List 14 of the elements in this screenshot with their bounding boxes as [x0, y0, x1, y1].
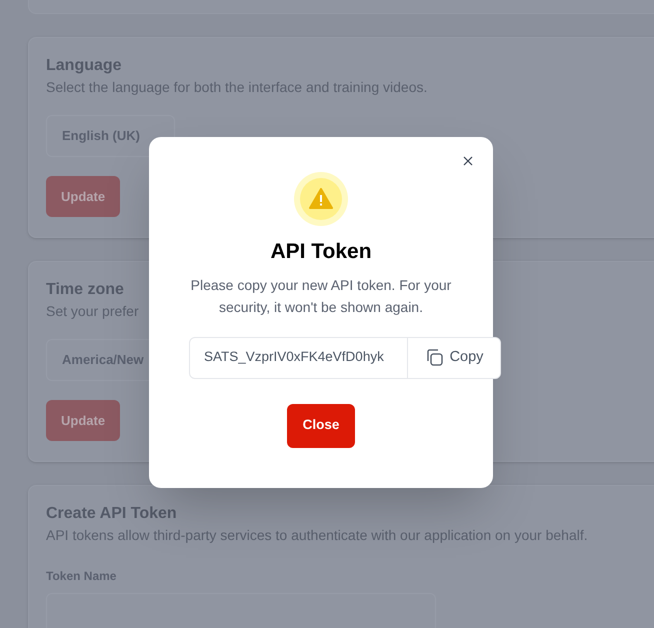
update-button[interactable]: Update: [46, 400, 120, 441]
token-field[interactable]: SATS_VzprIV0xFK4eVfD0hyk Copy: [189, 336, 501, 378]
copy-button[interactable]: Copy: [408, 338, 500, 378]
token-value: SATS_VzprIV0xFK4eVfD0hyk: [204, 348, 384, 366]
dialog-title: API Token: [270, 239, 372, 265]
dialog-message: Please copy your new API token. For your security, it won't be shown again.: [190, 276, 452, 317]
close-button[interactable]: Close: [287, 404, 355, 448]
section-title: Language: [46, 56, 122, 76]
section-title: Create API Token: [46, 504, 177, 524]
update-button[interactable]: Update: [46, 176, 120, 217]
warning-icon: [294, 172, 348, 226]
section-title: Time zone: [46, 280, 124, 300]
copy-icon: [424, 348, 444, 367]
close-icon[interactable]: [463, 156, 473, 166]
